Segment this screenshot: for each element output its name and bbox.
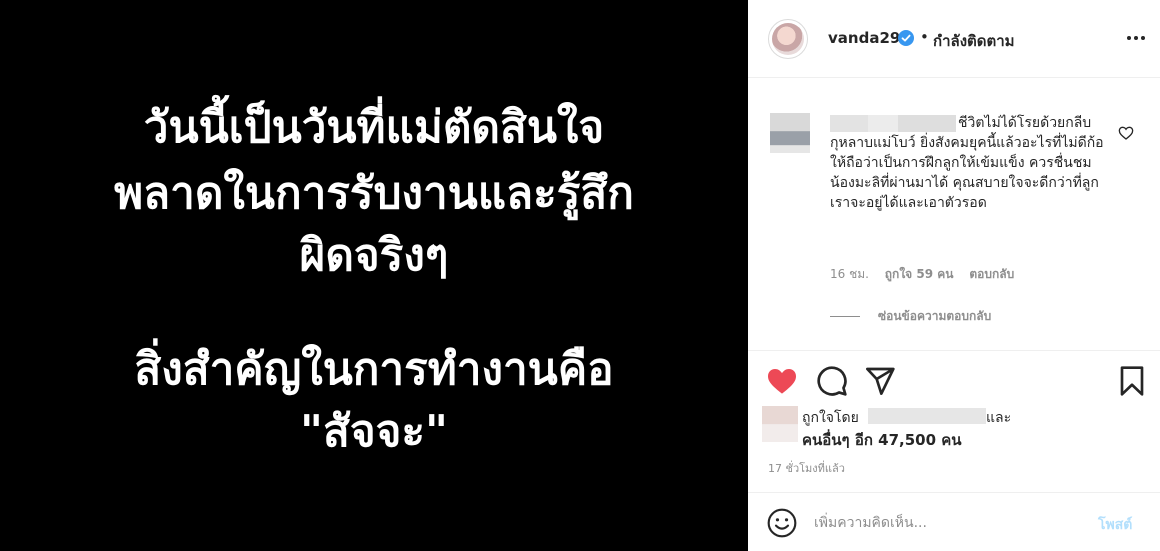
- paper-plane-icon[interactable]: [864, 365, 896, 397]
- hide-replies-button[interactable]: ซ่อนข้อความตอบกลับ: [830, 307, 991, 326]
- others-likes-link[interactable]: คนอื่นๆ อีก 47,500 คน: [802, 428, 962, 452]
- comment-meta: 16 ชม. ถูกใจ 59 คน ตอบกลับ: [830, 265, 1026, 284]
- likes-summary: ถูกใจโดย และ คนอื่นๆ อีก 47,500 คน: [748, 404, 1160, 454]
- post-actions: [748, 350, 1160, 404]
- bookmark-icon[interactable]: [1116, 365, 1148, 397]
- post-text-line: วันนี้เป็นวันที่แม่ตัดสินใจ: [143, 102, 605, 153]
- username-link[interactable]: vanda29: [828, 29, 900, 47]
- post-header: vanda29 • กำลังติดตาม: [748, 0, 1160, 78]
- avatar-image: [772, 23, 804, 55]
- comment-text: ชีวิตไม่ได้โรยด้วยกลีบกุหลาบแม่โบว์ ยิ่ง…: [830, 115, 1104, 211]
- post-image: วันนี้เป็นวันที่แม่ตัดสินใจ พลาดในการรับ…: [0, 0, 748, 551]
- reply-button[interactable]: ตอบกลับ: [969, 267, 1014, 281]
- post-text-line: ผิดจริงๆ: [299, 230, 449, 281]
- liked-by-label: ถูกใจโดย: [802, 410, 859, 426]
- verified-badge-icon: [898, 30, 914, 46]
- liker-avatar[interactable]: [762, 406, 798, 442]
- post-text-line: สิ่งสำคัญในการทำงานคือ: [134, 344, 614, 395]
- post-text-line: "สัจจะ": [300, 406, 448, 457]
- likes-and-label: และ: [986, 410, 1012, 426]
- separator-dot: •: [920, 28, 929, 46]
- avatar[interactable]: [768, 19, 808, 59]
- more-horizontal-icon[interactable]: [1124, 28, 1148, 48]
- heart-filled-icon[interactable]: [766, 365, 798, 397]
- following-button[interactable]: กำลังติดตาม: [933, 29, 1015, 53]
- comment-time: 16 ชม.: [830, 267, 869, 281]
- add-comment-bar: โพสต์: [748, 492, 1160, 551]
- comment-likes[interactable]: ถูกใจ 59 คน: [885, 267, 954, 281]
- commenter-avatar[interactable]: [770, 113, 810, 153]
- post-side-panel: vanda29 • กำลังติดตาม ชีวิตไม่ได้โรยด้วย…: [748, 0, 1160, 551]
- comment-heart-icon[interactable]: [1118, 125, 1134, 141]
- comment-input[interactable]: [814, 509, 1084, 537]
- comments-section: ชีวิตไม่ได้โรยด้วยกลีบกุหลาบแม่โบว์ ยิ่ง…: [748, 79, 1160, 349]
- post-text-line: พลาดในการรับงานและรู้สึก: [114, 168, 634, 219]
- post-timestamp[interactable]: 17 ชั่วโมงที่แล้ว: [768, 459, 845, 477]
- post-comment-button[interactable]: โพสต์: [1098, 514, 1132, 536]
- comment-icon[interactable]: [816, 365, 848, 397]
- emoji-smile-icon[interactable]: [766, 507, 798, 539]
- blurred-liker-name[interactable]: [868, 408, 986, 424]
